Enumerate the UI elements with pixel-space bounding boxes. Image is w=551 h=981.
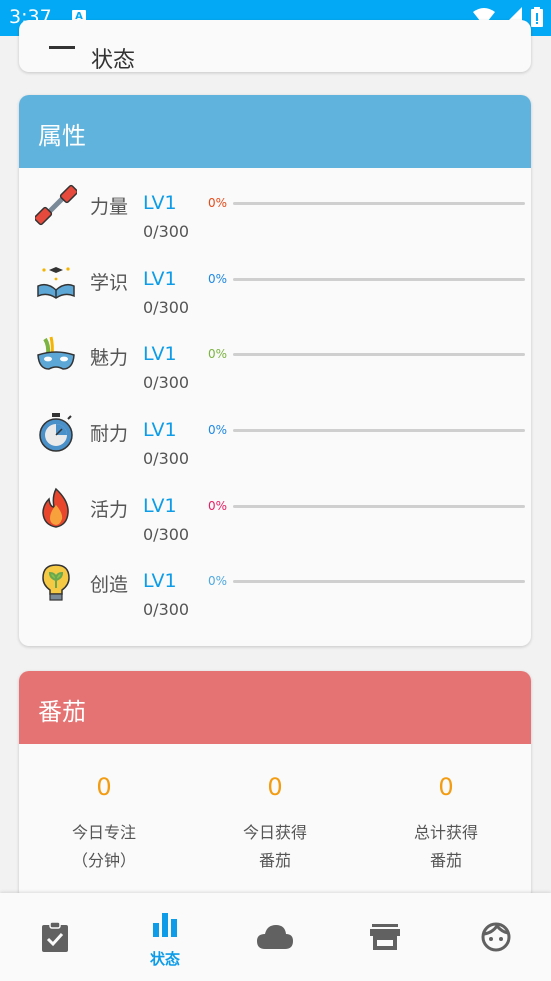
store-icon (370, 924, 400, 950)
attribute-progress-bar (233, 580, 525, 583)
attribute-row-creativity[interactable]: 创造 LV1 0% 0/300 (19, 562, 531, 632)
stopwatch-icon (39, 413, 73, 452)
dumbbell-icon (35, 184, 77, 226)
attribute-progress-bar (233, 429, 525, 432)
attribute-level: LV1 (143, 495, 177, 517)
nav-profile[interactable] (440, 893, 550, 981)
tomato-card: 番茄 0 今日专注 （分钟） 0 今日获得 番茄 0 总计获得 番茄 (19, 671, 531, 901)
nav-status-label: 状态 (149, 950, 180, 968)
attribute-name: 耐力 (90, 423, 129, 445)
tomato-stat-label: 今日专注 （分钟） (71, 823, 136, 870)
mask-icon (37, 336, 75, 370)
attribute-percent: 0% (208, 574, 228, 588)
menu-icon[interactable] (49, 46, 75, 49)
attribute-progress: 0/300 (143, 298, 190, 317)
nav-tasks[interactable] (0, 893, 110, 981)
attribute-row-charm[interactable]: 魅力 LV1 0% 0/300 (19, 335, 531, 405)
face-icon (481, 922, 511, 952)
attribute-name: 学识 (90, 272, 129, 294)
tomato-title: 番茄 (38, 698, 86, 726)
attribute-percent: 0% (208, 499, 228, 513)
attributes-card: 属性 力量 LV1 0% 0/300 学识 LV1 0% 0/300 魅力 LV… (19, 95, 531, 646)
attributes-title: 属性 (38, 122, 86, 150)
tomato-stat-value: 0 (438, 773, 454, 801)
attribute-level: LV1 (143, 268, 177, 290)
attribute-progress: 0/300 (143, 373, 190, 392)
attribute-level: LV1 (143, 570, 177, 592)
attribute-level: LV1 (143, 343, 177, 365)
battery-icon (531, 7, 543, 27)
attribute-progress-bar (233, 278, 525, 281)
attribute-progress: 0/300 (143, 525, 190, 544)
attribute-percent: 0% (208, 272, 228, 286)
flame-icon (42, 487, 69, 528)
attribute-name: 魅力 (90, 347, 129, 369)
attribute-progress: 0/300 (143, 600, 190, 619)
attribute-progress-bar (233, 353, 525, 356)
tomato-stat-value: 0 (96, 773, 112, 801)
tomato-stat-label: 总计获得 番茄 (413, 823, 478, 870)
attribute-progress: 0/300 (143, 222, 190, 241)
clipboard-check-icon (42, 921, 68, 952)
attribute-percent: 0% (208, 347, 228, 361)
attribute-row-knowledge[interactable]: 学识 LV1 0% 0/300 (19, 260, 531, 330)
attribute-name: 活力 (90, 499, 129, 521)
cloud-icon (257, 925, 293, 949)
attribute-percent: 0% (208, 423, 228, 437)
attribute-progress: 0/300 (143, 449, 190, 468)
status-card-title: 状态 (91, 48, 136, 72)
attribute-percent: 0% (208, 196, 228, 210)
attribute-name: 力量 (90, 196, 129, 218)
attribute-progress-bar (233, 202, 525, 205)
tomato-header: 番茄 (19, 671, 531, 744)
bar-chart-icon (153, 913, 177, 937)
tomato-stat-label: 今日获得 番茄 (242, 823, 307, 870)
attribute-progress-bar (233, 505, 525, 508)
attribute-level: LV1 (143, 192, 177, 214)
attribute-row-vitality[interactable]: 活力 LV1 0% 0/300 (19, 487, 531, 557)
book-icon (37, 267, 75, 299)
nav-store[interactable] (330, 893, 440, 981)
status-card: 状态 (19, 20, 531, 72)
bottom-nav: 状态 (0, 893, 551, 981)
attribute-row-endurance[interactable]: 耐力 LV1 0% 0/300 (19, 411, 531, 481)
attributes-header: 属性 (19, 95, 531, 168)
nav-cloud[interactable] (220, 893, 330, 981)
attribute-name: 创造 (90, 574, 129, 596)
attribute-row-strength[interactable]: 力量 LV1 0% 0/300 (19, 184, 531, 254)
lightbulb-icon (42, 564, 70, 601)
nav-status[interactable]: 状态 (110, 893, 220, 981)
attribute-level: LV1 (143, 419, 177, 441)
tomato-stat-value: 0 (267, 773, 283, 801)
